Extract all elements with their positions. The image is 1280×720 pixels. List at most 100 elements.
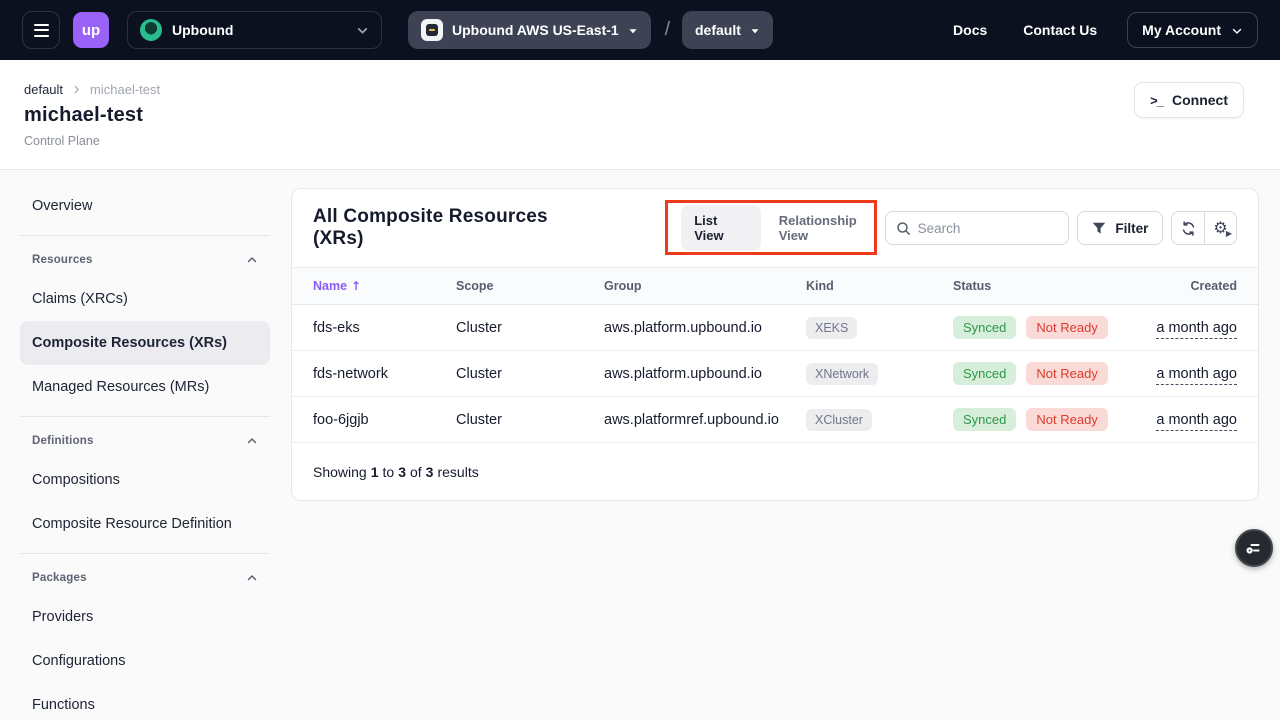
feedback-widget-button[interactable] (1235, 529, 1273, 567)
caret-down-icon (628, 26, 638, 36)
sidebar-section-packages[interactable]: Packages (20, 561, 270, 595)
sidebar-section-definitions[interactable]: Definitions (20, 424, 270, 458)
connect-button[interactable]: >_ Connect (1134, 82, 1244, 118)
not-ready-status-badge: Not Ready (1026, 316, 1107, 339)
control-plane-name: Upbound AWS US-East-1 (452, 22, 619, 38)
sidebar-item-claims[interactable]: Claims (XRCs) (20, 277, 270, 321)
table-actions-group: ⚙ ▶ (1171, 211, 1237, 245)
refresh-icon (1180, 220, 1197, 237)
sidebar-section-resources[interactable]: Resources (20, 243, 270, 277)
resource-scope: Cluster (456, 320, 604, 336)
panel-title: All Composite Resources (XRs) (313, 206, 593, 250)
section-title: Resources (32, 254, 93, 266)
resource-name[interactable]: fds-network (313, 366, 456, 382)
sidebar-item-composite-resources[interactable]: Composite Resources (XRs) (20, 321, 270, 365)
group-name: default (695, 22, 741, 38)
column-header-name[interactable]: Name ↑ (313, 279, 456, 293)
breadcrumb: default michael-test (24, 82, 1244, 97)
table-results-summary: Showing 1 to 3 of 3 results (292, 443, 1258, 500)
connect-label: Connect (1172, 92, 1228, 108)
page-title: michael-test (24, 104, 1244, 127)
sort-ascending-icon: ↑ (351, 279, 361, 293)
docs-link[interactable]: Docs (953, 22, 987, 38)
chevron-up-icon (246, 572, 258, 584)
created-timestamp[interactable]: a month ago (1156, 320, 1237, 339)
column-header-created[interactable]: Created (1190, 279, 1237, 293)
search-box (885, 211, 1070, 245)
refresh-button[interactable] (1172, 212, 1204, 244)
page-header: default michael-test michael-test Contro… (0, 60, 1280, 170)
search-icon (896, 221, 911, 236)
resource-group: aws.platform.upbound.io (604, 366, 806, 382)
hamburger-menu-button[interactable] (22, 11, 60, 49)
search-input[interactable] (918, 221, 1059, 236)
play-icon: ▶ (1226, 229, 1232, 238)
sidebar-item-configurations[interactable]: Configurations (20, 639, 270, 683)
feedback-icon (1244, 538, 1264, 558)
auto-refresh-settings-button[interactable]: ⚙ ▶ (1204, 212, 1236, 244)
resource-group: aws.platform.upbound.io (604, 320, 806, 336)
relationship-view-tab[interactable]: Relationship View (779, 213, 885, 243)
hamburger-icon (34, 24, 49, 26)
divider (20, 416, 270, 417)
chevron-down-icon (356, 24, 369, 37)
table-row[interactable]: fds-network Cluster aws.platform.upbound… (292, 351, 1258, 397)
page-subtitle: Control Plane (24, 134, 1244, 148)
group-switcher[interactable]: default (682, 11, 773, 49)
column-header-scope[interactable]: Scope (456, 279, 604, 293)
top-navigation-bar: up Upbound Upbound AWS US-East-1 / defau… (0, 0, 1280, 60)
sidebar-item-managed-resources[interactable]: Managed Resources (MRs) (20, 365, 270, 409)
content-area: Overview Resources Claims (XRCs) Composi… (0, 170, 1280, 720)
org-name: Upbound (172, 22, 346, 38)
sidebar-item-functions[interactable]: Functions (20, 683, 270, 720)
panel-header: All Composite Resources (XRs) List View … (292, 189, 1258, 267)
org-avatar-icon (140, 19, 162, 41)
resource-name[interactable]: fds-eks (313, 320, 456, 336)
result-from: 1 (371, 464, 379, 480)
created-timestamp[interactable]: a month ago (1156, 366, 1237, 385)
column-header-kind[interactable]: Kind (806, 279, 953, 293)
breadcrumb-current: michael-test (90, 82, 160, 97)
upbound-logo[interactable]: up (73, 12, 109, 48)
chevron-up-icon (246, 254, 258, 266)
created-timestamp[interactable]: a month ago (1156, 412, 1237, 431)
chevron-right-icon (71, 84, 82, 95)
resource-name[interactable]: foo-6jgjb (313, 412, 456, 428)
control-plane-switcher[interactable]: Upbound AWS US-East-1 (408, 11, 651, 49)
resource-scope: Cluster (456, 366, 604, 382)
synced-status-badge: Synced (953, 362, 1016, 385)
logo-text: up (82, 22, 100, 39)
list-view-tab[interactable]: List View (681, 205, 761, 251)
column-header-status[interactable]: Status (953, 279, 1138, 293)
column-header-group[interactable]: Group (604, 279, 806, 293)
sidebar: Overview Resources Claims (XRCs) Composi… (20, 170, 270, 720)
control-plane-icon (421, 19, 443, 41)
sidebar-item-overview[interactable]: Overview (20, 184, 270, 228)
caret-down-icon (750, 26, 760, 36)
organization-switcher[interactable]: Upbound (127, 11, 382, 49)
synced-status-badge: Synced (953, 316, 1016, 339)
sidebar-item-providers[interactable]: Providers (20, 595, 270, 639)
chevron-down-icon (1231, 25, 1243, 37)
result-to: 3 (398, 464, 406, 480)
synced-status-badge: Synced (953, 408, 1016, 431)
filter-button[interactable]: Filter (1077, 211, 1163, 245)
divider (20, 553, 270, 554)
breadcrumb-root[interactable]: default (24, 82, 63, 97)
my-account-menu[interactable]: My Account (1127, 12, 1258, 48)
composite-resources-panel: All Composite Resources (XRs) List View … (291, 188, 1259, 501)
filter-funnel-icon (1092, 222, 1106, 235)
divider (20, 235, 270, 236)
table-row[interactable]: foo-6jgjb Cluster aws.platformref.upboun… (292, 397, 1258, 443)
terminal-icon: >_ (1150, 93, 1163, 108)
result-total: 3 (426, 464, 434, 480)
table-row[interactable]: fds-eks Cluster aws.platform.upbound.io … (292, 305, 1258, 351)
resource-scope: Cluster (456, 412, 604, 428)
table-header-row: Name ↑ Scope Group Kind Status Created (292, 267, 1258, 305)
not-ready-status-badge: Not Ready (1026, 408, 1107, 431)
sidebar-item-compositions[interactable]: Compositions (20, 458, 270, 502)
sidebar-item-composite-resource-definition[interactable]: Composite Resource Definition (20, 502, 270, 546)
contact-us-link[interactable]: Contact Us (1023, 22, 1097, 38)
kind-badge: XNetwork (806, 363, 878, 385)
kind-badge: XCluster (806, 409, 872, 431)
